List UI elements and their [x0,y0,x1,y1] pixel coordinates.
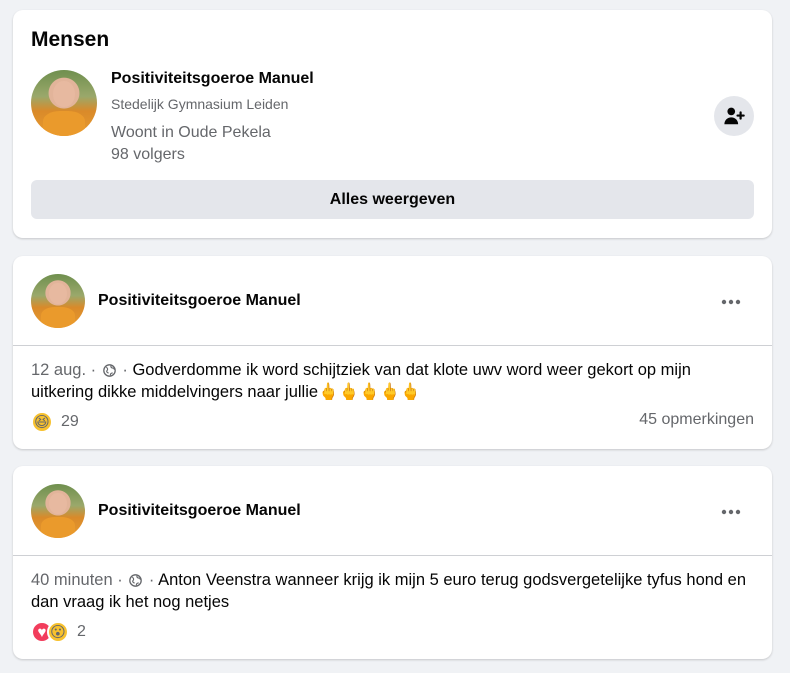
haha-reaction-icon: 😆 [31,411,53,433]
post-card: Positiviteitsgoeroe Manuel 40 minuten · … [13,466,772,659]
avatar[interactable] [31,484,85,538]
post-time[interactable]: 40 minuten [31,571,113,589]
add-friend-button[interactable] [714,96,754,136]
person-name[interactable]: Positiviteitsgoeroe Manuel [111,70,314,88]
divider [13,555,772,556]
reactions[interactable]: 😆 29 [31,411,79,433]
post-author[interactable]: Positiviteitsgoeroe Manuel [98,502,301,520]
reaction-count: 2 [77,623,86,640]
post-time[interactable]: 12 aug. [31,361,86,379]
show-all-button[interactable]: Alles weergeven [31,180,754,219]
post-body: 40 minuten · · Anton Veenstra wanneer kr… [31,569,756,613]
more-options-button[interactable] [713,284,749,320]
post-text: Godverdomme ik word schijtziek van dat k… [31,361,691,401]
more-options-button[interactable] [713,494,749,530]
wow-reaction-icon: 😮 [47,621,69,643]
reactions[interactable]: ♥ 😮 2 [31,621,86,643]
meta-separator: · [122,361,128,379]
avatar[interactable] [31,70,97,136]
divider [13,345,772,346]
globe-icon [129,574,143,587]
meta-separator: · [90,361,97,379]
more-options-icon [721,299,741,305]
post-author[interactable]: Positiviteitsgoeroe Manuel [98,292,301,310]
post-card: Positiviteitsgoeroe Manuel 12 aug. · · G… [13,256,772,449]
post-footer: 😆 29 45 opmerkingen [31,411,754,433]
more-options-icon [721,509,741,515]
post-body: 12 aug. · · Godverdomme ik word schijtzi… [31,359,756,403]
comments-count[interactable]: 45 opmerkingen [639,411,754,429]
meta-separator: · [117,571,123,589]
person-school: Stedelijk Gymnasium Leiden [111,96,289,112]
add-friend-icon [724,107,745,125]
avatar[interactable] [31,274,85,328]
person-followers: 98 volgers [111,146,185,163]
globe-icon [102,364,116,377]
meta-separator: · [148,571,155,589]
reaction-count: 29 [61,413,79,430]
post-footer: ♥ 😮 2 [31,621,754,643]
section-title: Mensen [31,28,110,51]
people-card: Mensen Positiviteitsgoeroe Manuel Stedel… [13,10,772,238]
person-location: Woont in Oude Pekela [111,124,271,141]
